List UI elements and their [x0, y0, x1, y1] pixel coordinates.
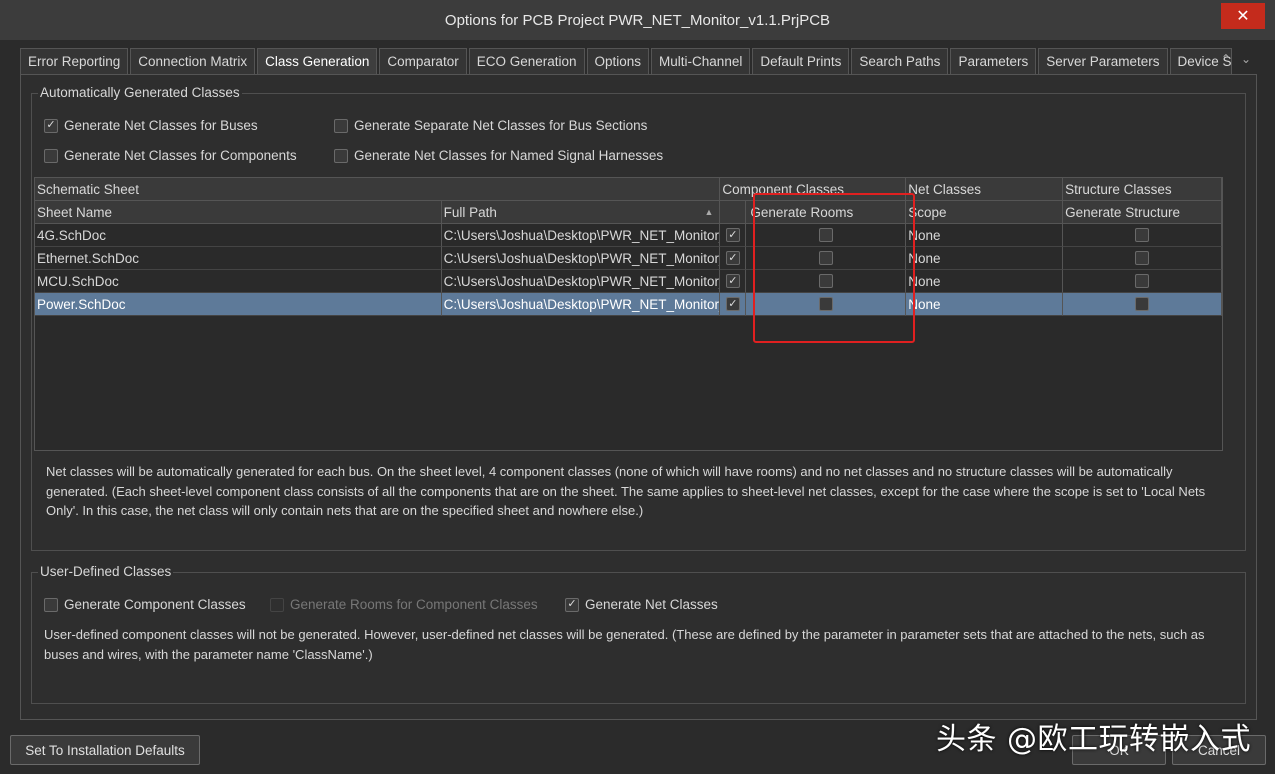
sort-ascending-icon: ▲: [704, 207, 714, 217]
header-net-classes: Net Classes: [906, 178, 1064, 201]
title-bar: Options for PCB Project PWR_NET_Monitor_…: [0, 0, 1275, 40]
option-generate-net-classes[interactable]: ✓ Generate Net Classes: [565, 597, 718, 612]
table-row-selected[interactable]: Power.SchDoc C:\Users\Joshua\Desktop\PWR…: [35, 293, 1222, 316]
checkbox-generate-structure[interactable]: [1135, 297, 1150, 311]
tab-parameters[interactable]: Parameters: [950, 48, 1037, 74]
cell-component-class: ✓: [720, 270, 747, 293]
cell-full-path: C:\Users\Joshua\Desktop\PWR_NET_Monitor_: [441, 270, 721, 293]
checkbox-generate-rooms[interactable]: [818, 297, 833, 311]
tab-eco-generation[interactable]: ECO Generation: [468, 48, 585, 74]
auto-classes-title: Automatically Generated Classes: [38, 85, 242, 100]
checkbox-generate-rooms-component-classes[interactable]: [270, 597, 284, 612]
header-schematic-sheet: Schematic Sheet: [35, 178, 721, 201]
option-generate-component-classes[interactable]: Generate Component Classes: [44, 597, 246, 612]
checkbox-named-signal-harnesses[interactable]: [334, 148, 348, 163]
cell-component-class: ✓: [720, 224, 747, 247]
cell-full-path: C:\Users\Joshua\Desktop\PWR_NET_Monitor_: [441, 293, 721, 316]
window-title: Options for PCB Project PWR_NET_Monitor_…: [444, 11, 831, 29]
user-classes-description: User-defined component classes will not …: [44, 627, 1205, 662]
cell-full-path: C:\Users\Joshua\Desktop\PWR_NET_Monitor_: [441, 224, 721, 247]
checkbox-separate-bus-sections[interactable]: [334, 118, 348, 133]
tab-strip: Error Reporting Connection Matrix Class …: [20, 48, 1260, 74]
chevron-down-icon[interactable]: ⌄: [1241, 52, 1251, 66]
cell-component-class: ✓: [720, 293, 747, 316]
checkbox-generate-component-classes[interactable]: [44, 597, 58, 612]
cell-full-path: C:\Users\Joshua\Desktop\PWR_NET_Monitor_: [441, 247, 721, 270]
cell-sheet-name: 4G.SchDoc: [35, 224, 442, 247]
checkbox-component-class[interactable]: ✓: [725, 297, 740, 311]
checkbox-net-classes-components[interactable]: [44, 148, 58, 163]
tab-multi-channel[interactable]: Multi-Channel: [651, 48, 751, 74]
auto-classes-group: Automatically Generated Classes ✓ Genera…: [31, 85, 1246, 551]
checkbox-generate-structure[interactable]: [1135, 274, 1150, 288]
option-separate-bus-sections[interactable]: Generate Separate Net Classes for Bus Se…: [334, 118, 647, 133]
cell-generate-rooms: [746, 270, 907, 293]
checkbox-component-class[interactable]: ✓: [725, 251, 740, 265]
checkbox-generate-structure[interactable]: [1135, 228, 1150, 242]
option-net-classes-components[interactable]: Generate Net Classes for Components: [44, 148, 297, 163]
header-component-classes: Component Classes: [720, 178, 907, 201]
option-generate-rooms-component-classes[interactable]: Generate Rooms for Component Classes: [270, 597, 538, 612]
checkbox-generate-rooms[interactable]: [818, 228, 833, 242]
option-net-classes-buses[interactable]: ✓ Generate Net Classes for Buses: [44, 118, 258, 133]
checkbox-generate-net-classes[interactable]: ✓: [565, 597, 579, 612]
tab-comparator[interactable]: Comparator: [379, 48, 467, 74]
col-generate-structure[interactable]: Generate Structure: [1063, 201, 1223, 224]
table-row[interactable]: Ethernet.SchDoc C:\Users\Joshua\Desktop\…: [35, 247, 1222, 270]
cell-generate-rooms: [746, 224, 907, 247]
tab-search-paths[interactable]: Search Paths: [851, 48, 949, 74]
cell-generate-structure: [1063, 247, 1222, 270]
tab-default-prints[interactable]: Default Prints: [752, 48, 850, 74]
set-defaults-button[interactable]: Set To Installation Defaults: [10, 735, 200, 765]
col-sheet-name[interactable]: Sheet Name: [35, 201, 442, 224]
close-button[interactable]: ✕: [1221, 3, 1265, 29]
tab-content-class-generation: Automatically Generated Classes ✓ Genera…: [20, 74, 1257, 720]
cell-generate-structure: [1063, 270, 1222, 293]
user-classes-title: User-Defined Classes: [38, 564, 174, 579]
cell-generate-rooms: [746, 247, 907, 270]
col-generate-rooms[interactable]: Generate Rooms: [746, 201, 907, 224]
watermark: 头条 @欧工玩转嵌入式: [935, 722, 1251, 757]
close-icon: ✕: [1236, 8, 1250, 25]
checkbox-generate-structure[interactable]: [1135, 251, 1150, 265]
cell-scope[interactable]: None: [906, 247, 1064, 270]
col-full-path[interactable]: Full Path ▲: [441, 201, 721, 224]
checkbox-component-class[interactable]: ✓: [725, 228, 740, 242]
cell-sheet-name: Power.SchDoc: [35, 293, 442, 316]
tab-class-generation[interactable]: Class Generation: [257, 48, 378, 74]
checkbox-net-classes-buses[interactable]: ✓: [44, 118, 58, 133]
header-structure-classes: Structure Classes: [1063, 178, 1223, 201]
grid-column-header: Sheet Name Full Path ▲ Generate Rooms Sc…: [35, 201, 1223, 224]
auto-classes-description: Net classes will be automatically genera…: [46, 464, 1206, 518]
sheet-classes-grid: Schematic Sheet Component Classes Net Cl…: [34, 177, 1223, 451]
tab-error-reporting[interactable]: Error Reporting: [20, 48, 129, 74]
checkbox-generate-rooms[interactable]: [818, 274, 833, 288]
checkbox-component-class[interactable]: ✓: [725, 274, 740, 288]
cell-generate-structure: [1063, 293, 1222, 316]
tab-connection-matrix[interactable]: Connection Matrix: [130, 48, 256, 74]
checkbox-generate-rooms[interactable]: [818, 251, 833, 265]
grid-group-header: Schematic Sheet Component Classes Net Cl…: [35, 178, 1223, 201]
cell-scope[interactable]: None: [906, 293, 1064, 316]
table-row[interactable]: MCU.SchDoc C:\Users\Joshua\Desktop\PWR_N…: [35, 270, 1222, 293]
tab-options[interactable]: Options: [586, 48, 650, 74]
col-scope[interactable]: Scope: [906, 201, 1064, 224]
cell-generate-structure: [1063, 224, 1222, 247]
cell-scope[interactable]: None: [906, 224, 1064, 247]
table-row[interactable]: 4G.SchDoc C:\Users\Joshua\Desktop\PWR_NE…: [35, 224, 1222, 247]
tab-server-parameters[interactable]: Server Parameters: [1038, 48, 1168, 74]
cell-component-class: ✓: [720, 247, 747, 270]
cell-sheet-name: MCU.SchDoc: [35, 270, 442, 293]
chevron-up-icon[interactable]: ⌃: [1221, 52, 1231, 66]
col-component-class[interactable]: [720, 201, 747, 224]
cell-sheet-name: Ethernet.SchDoc: [35, 247, 442, 270]
cell-generate-rooms: [746, 293, 907, 316]
option-named-signal-harnesses[interactable]: Generate Net Classes for Named Signal Ha…: [334, 148, 663, 163]
tab-scroll-arrows: ⌃ ⌄: [1221, 52, 1251, 66]
user-classes-group: User-Defined Classes Generate Component …: [31, 564, 1246, 704]
cell-scope[interactable]: None: [906, 270, 1064, 293]
